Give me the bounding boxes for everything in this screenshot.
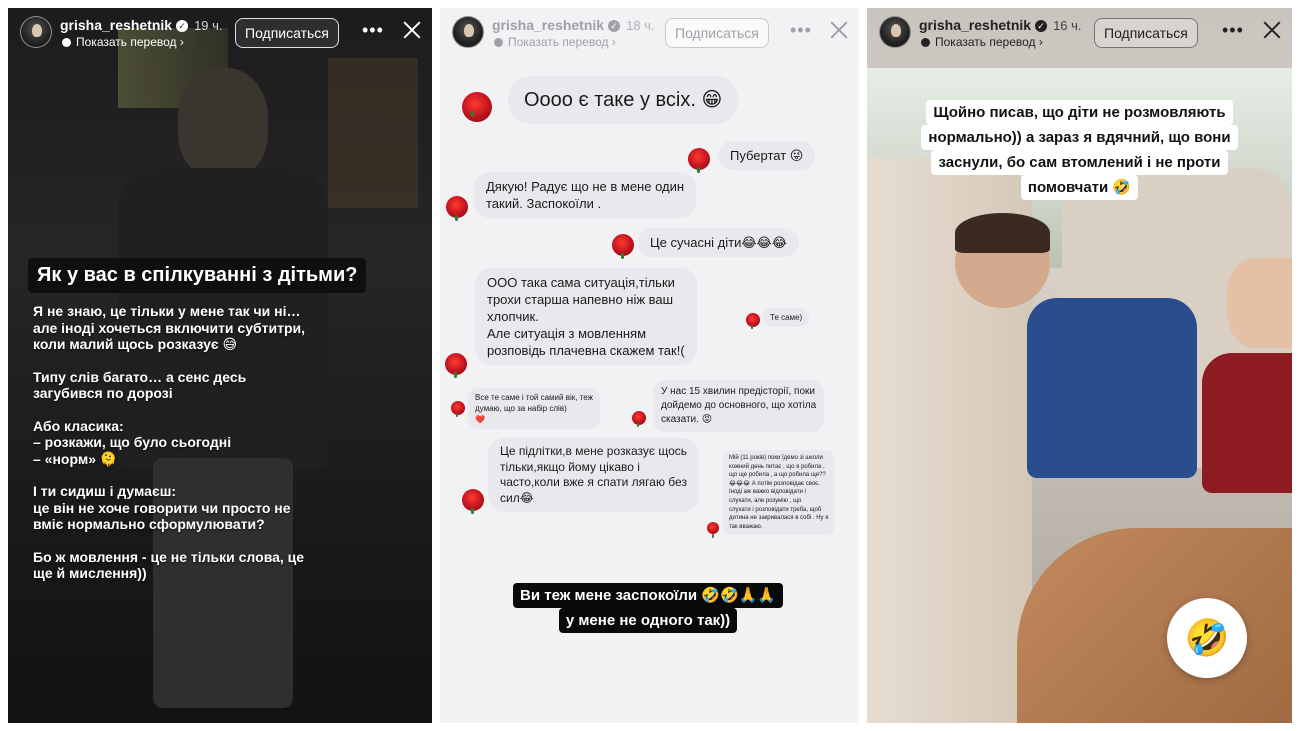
rose-avatar-icon	[612, 234, 634, 259]
story-header: grisha_reshetnik ✓ 16 ч. Показать перевод …	[867, 8, 1292, 68]
rose-avatar-icon	[707, 522, 719, 538]
show-translation-link[interactable]: Показать перевод ›	[494, 35, 616, 49]
message-bubble: У нас 15 хвилин предісторії, поки дойдем…	[653, 380, 825, 432]
rose-avatar-icon	[688, 148, 710, 173]
photo-kid-jacket	[1202, 353, 1292, 493]
rose-avatar-icon	[632, 411, 646, 427]
globe-icon	[62, 38, 71, 48]
more-options-icon[interactable]: •••	[362, 20, 383, 40]
message-bubble: Оооо є таке у всіх. 😁	[508, 76, 739, 124]
more-options-icon[interactable]: •••	[1222, 20, 1243, 40]
message-bubble: Це підлітки,в мене розказує щось тільки,…	[488, 438, 700, 512]
globe-icon	[494, 38, 503, 48]
show-translation-label: Показать перевод ›	[76, 35, 184, 49]
message-bubble: ООО така сама ситуація,тільки трохи стар…	[475, 268, 697, 365]
story-paragraph: Я не знаю, це тільки у мене так чи ні… а…	[33, 303, 306, 352]
story-caption: Щойно писав, що діти не розмовляють норм…	[867, 100, 1292, 200]
post-time: 19 ч.	[194, 18, 223, 33]
close-icon[interactable]	[827, 18, 851, 42]
photo-kid-jacket	[1027, 298, 1197, 478]
message-bubble: Пубертат 😜	[718, 141, 816, 170]
caption-line: Ви теж мене заспокоїли 🤣🤣🙏🙏	[513, 583, 784, 608]
photo-kid-hair	[955, 213, 1050, 253]
username-text[interactable]: grisha_reshetnik	[919, 17, 1031, 33]
show-translation-link[interactable]: Показать перевод ›	[62, 35, 184, 49]
story-panel-3[interactable]: grisha_reshetnik ✓ 16 ч. Показать перевод …	[867, 8, 1292, 723]
background-shop-panel	[328, 58, 418, 208]
caption-line: Щойно писав, що діти не розмовляють	[926, 100, 1233, 125]
username[interactable]: grisha_reshetnik ✓ 16 ч.	[919, 17, 1082, 33]
username-text[interactable]: grisha_reshetnik	[492, 17, 604, 33]
story-paragraph: Бо ж мовлення - це не тільки слова, це щ…	[33, 548, 305, 582]
story-header: grisha_reshetnik ✓ 18 ч. Показать перевод …	[440, 8, 859, 68]
subscribe-button[interactable]: Подписаться	[235, 18, 339, 48]
close-icon[interactable]	[400, 18, 424, 42]
rose-avatar-icon	[462, 92, 492, 122]
avatar[interactable]	[20, 16, 52, 48]
rose-avatar-icon	[445, 353, 467, 378]
boy-head	[178, 68, 268, 178]
username[interactable]: grisha_reshetnik ✓ 19 ч.	[60, 17, 223, 33]
caption-line: нормально)) а зараз я вдячний, що вони	[921, 125, 1238, 150]
post-time: 18 ч.	[626, 18, 655, 33]
show-translation-label: Показать перевод ›	[935, 35, 1043, 49]
story-text: Я не знаю, це тільки у мене так чи ні… а…	[33, 303, 333, 598]
message-bubble: Це сучасні діти😂😂😂	[638, 228, 799, 257]
caption-line: у мене не одного так))	[558, 608, 738, 633]
message-bubble: Дякую! Радує що не в мене один такий. За…	[474, 172, 697, 218]
story-header: grisha_reshetnik ✓ 19 ч. Показать перевод …	[8, 8, 432, 68]
story-paragraph: І ти сидиш і думаєш: це він не хоче гово…	[33, 483, 291, 532]
show-translation-label: Показать перевод ›	[508, 35, 616, 49]
rose-avatar-icon	[462, 489, 484, 514]
verified-icon: ✓	[608, 20, 621, 33]
post-time: 16 ч.	[1053, 18, 1082, 33]
message-bubble: Все те саме і той самий вік, теж думаю, …	[468, 388, 600, 429]
rose-avatar-icon	[451, 401, 465, 417]
rose-avatar-icon	[446, 196, 468, 221]
story-panel-2[interactable]: grisha_reshetnik ✓ 18 ч. Показать перевод …	[440, 8, 859, 723]
subscribe-button[interactable]: Подписаться	[1094, 18, 1198, 48]
username[interactable]: grisha_reshetnik ✓ 18 ч.	[492, 17, 655, 33]
avatar[interactable]	[879, 16, 911, 48]
rose-avatar-icon	[746, 313, 760, 329]
avatar[interactable]	[452, 16, 484, 48]
photo-sweater	[1017, 528, 1292, 723]
story-title: Як у вас в спілкуванні з дітьми?	[28, 258, 367, 293]
subscribe-button[interactable]: Подписаться	[665, 18, 769, 48]
globe-icon	[921, 38, 930, 48]
verified-icon: ✓	[1035, 20, 1048, 33]
story-paragraph: Або класика: – розкажи, що було сьогодні…	[33, 417, 232, 467]
photo-kid-head	[1227, 258, 1292, 348]
caption-line: заснули, бо сам втомлений і не проти	[931, 150, 1228, 175]
show-translation-link[interactable]: Показать перевод ›	[921, 35, 1043, 49]
story-caption: Ви теж мене заспокоїли 🤣🤣🙏🙏 у мене не од…	[513, 583, 784, 633]
caption-line: помовчати 🤣	[1020, 175, 1139, 200]
more-options-icon[interactable]: •••	[790, 20, 811, 40]
message-bubble: Мій (11 років) поки їдемо зі школи кожни…	[723, 450, 835, 536]
story-paragraph: Типу слів багато… а сенс десь загубився …	[33, 368, 247, 402]
story-panel-1[interactable]: grisha_reshetnik ✓ 19 ч. Показать перевод …	[8, 8, 432, 723]
username-text[interactable]: grisha_reshetnik	[60, 17, 172, 33]
close-icon[interactable]	[1260, 18, 1284, 42]
verified-icon: ✓	[176, 20, 189, 33]
rofl-emoji-sticker[interactable]: 🤣	[1167, 598, 1247, 678]
message-bubble: Те саме)	[763, 308, 810, 327]
